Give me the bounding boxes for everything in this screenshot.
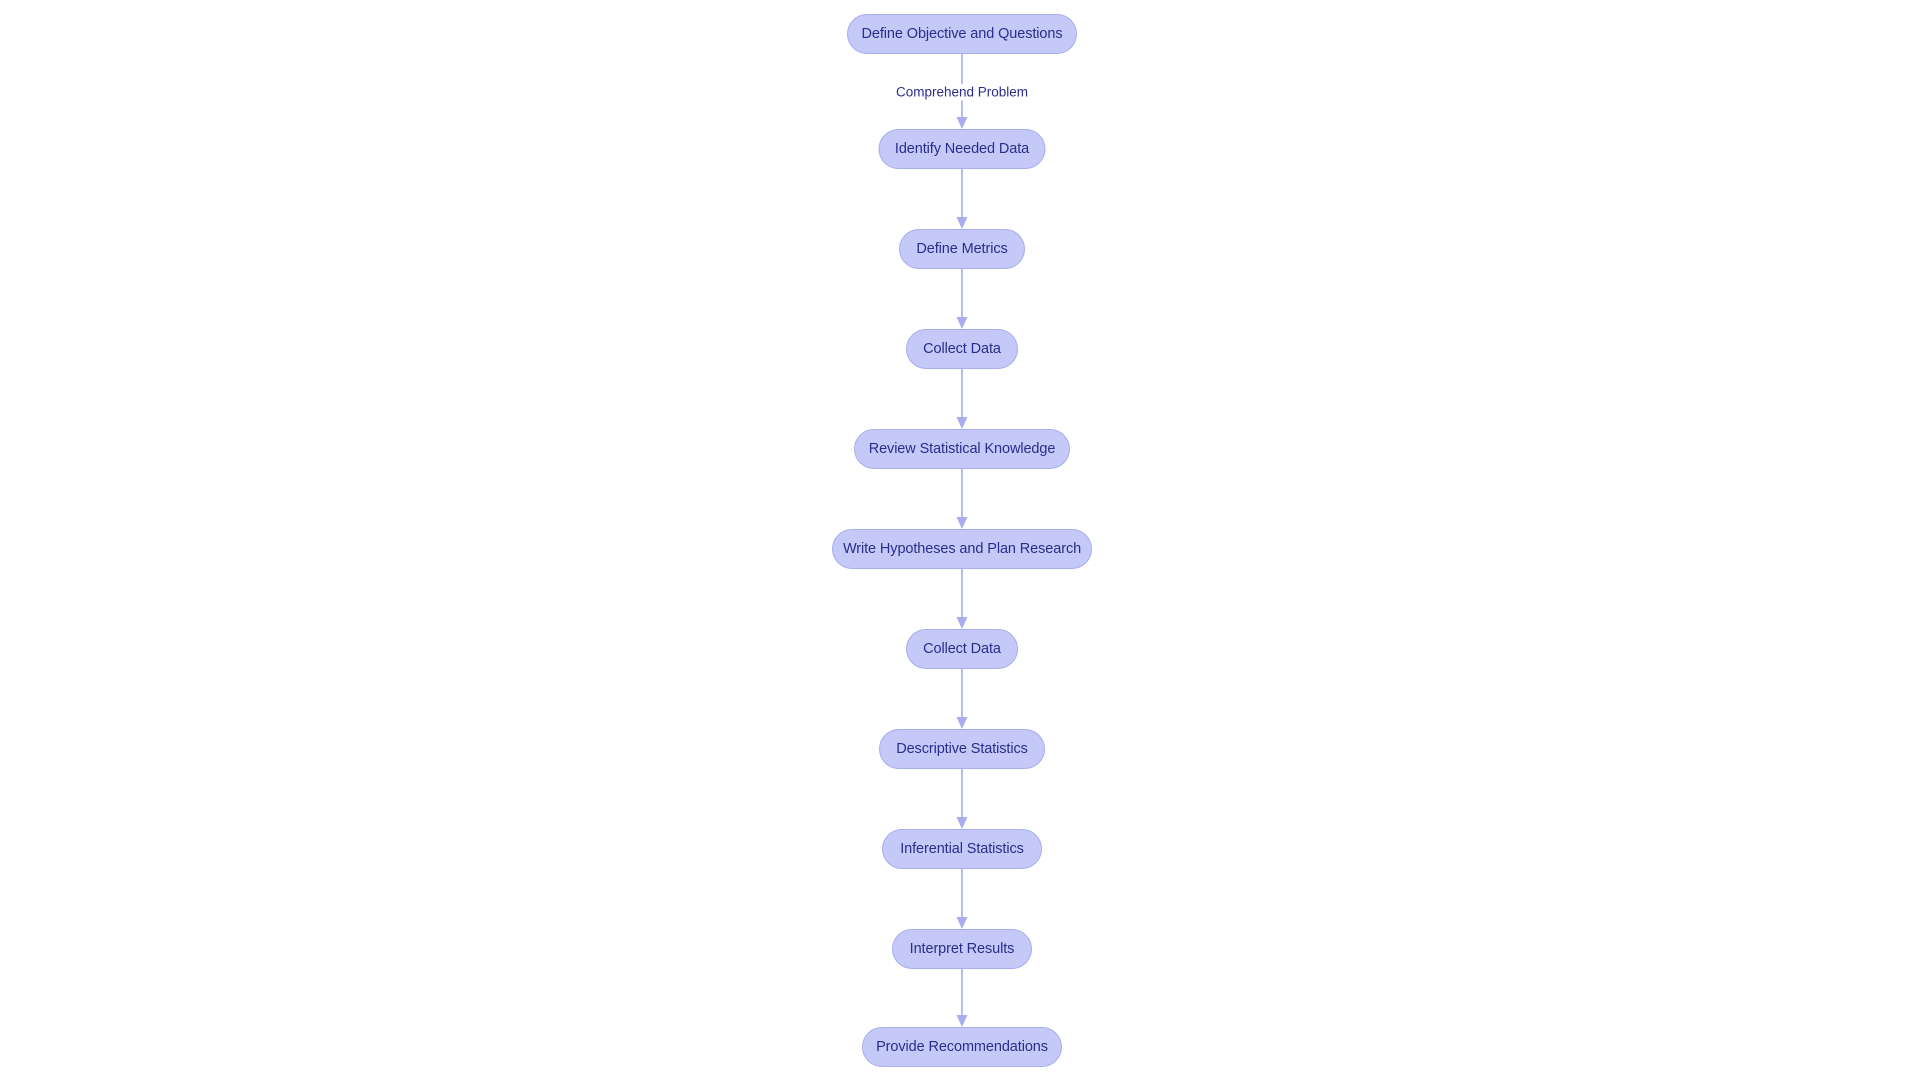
flow-edge [956,169,968,229]
flow-edge-arrowhead [956,617,968,629]
flow-edge [956,369,968,429]
flow-node[interactable]: Review Statistical Knowledge [854,429,1070,469]
flow-edge [956,269,968,329]
flow-edge [956,869,968,929]
flow-node-label: Descriptive Statistics [896,740,1028,757]
flow-node[interactable]: Write Hypotheses and Plan Research [832,529,1092,569]
flow-edge-arrowhead [956,317,968,329]
flow-node[interactable]: Define Metrics [899,229,1025,269]
flow-node[interactable]: Descriptive Statistics [879,729,1045,769]
flow-node[interactable]: Inferential Statistics [882,829,1042,869]
flow-edge [956,469,968,529]
flow-node-label: Collect Data [923,340,1001,357]
flow-node[interactable]: Collect Data [906,329,1018,369]
flow-node[interactable]: Collect Data [906,629,1018,669]
flow-node[interactable]: Identify Needed Data [878,129,1046,169]
flow-edge [956,669,968,729]
flow-edge-arrowhead [956,817,968,829]
flow-node[interactable]: Interpret Results [892,929,1032,969]
flow-node-label: Interpret Results [909,940,1015,957]
flow-edge-arrowhead [956,117,968,129]
flow-edge [956,569,968,629]
flow-node-label: Define Objective and Questions [861,25,1063,42]
flow-node-label: Review Statistical Knowledge [868,440,1056,457]
flow-node-label: Inferential Statistics [900,840,1024,857]
flowchart-canvas: Define Objective and Questions Identify N… [0,0,1920,1080]
flow-node-label: Identify Needed Data [894,140,1030,157]
flow-edge-label: Comprehend Problem [892,84,1032,100]
flow-edge-arrowhead [956,717,968,729]
flow-node[interactable]: Define Objective and Questions [847,14,1077,54]
flow-node[interactable]: Provide Recommendations [862,1027,1062,1067]
flow-edge [956,969,968,1027]
flow-edge [956,769,968,829]
flow-edge-arrowhead [956,1015,968,1027]
flow-edge-arrowhead [956,417,968,429]
flow-node-label: Provide Recommendations [876,1038,1048,1055]
flow-node-label: Write Hypotheses and Plan Research [842,540,1082,557]
flow-edge-arrowhead [956,517,968,529]
flow-edge-arrowhead [956,917,968,929]
flow-edge-arrowhead [956,217,968,229]
flow-node-label: Define Metrics [916,240,1008,257]
flow-node-label: Collect Data [923,640,1001,657]
